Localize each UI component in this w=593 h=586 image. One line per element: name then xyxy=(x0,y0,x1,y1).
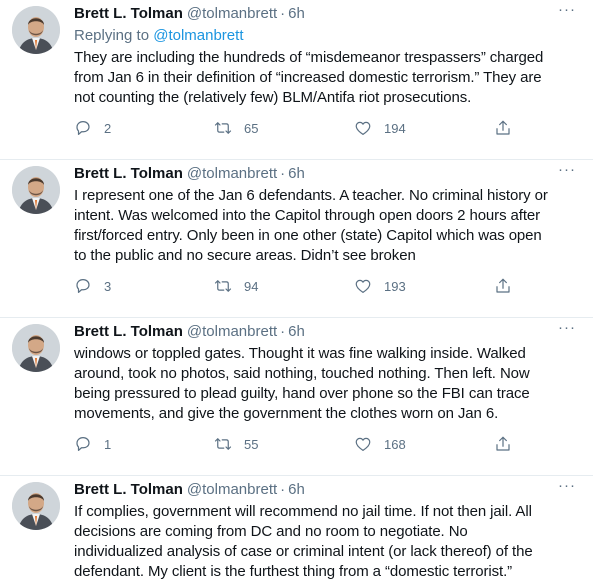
more-icon[interactable]: ··· xyxy=(555,320,579,342)
tweet-text-line: decisions are coming from DC and no room… xyxy=(74,523,468,540)
tweet-actions: 2 65 194 xyxy=(74,118,514,138)
reply-icon xyxy=(76,121,90,135)
more-icon[interactable]: ··· xyxy=(555,478,579,500)
avatar[interactable] xyxy=(12,324,60,372)
tweet-text: If complies, government will recommend n… xyxy=(74,502,579,582)
tweet[interactable]: Brett L. Tolman @tolmanbrett · 6h ··· If… xyxy=(0,476,593,586)
reply-icon xyxy=(76,279,90,293)
like-count: 168 xyxy=(384,436,406,452)
like-button[interactable]: 168 xyxy=(354,435,464,453)
avatar[interactable] xyxy=(12,166,60,214)
replying-to-link[interactable]: @tolmanbrett xyxy=(153,27,243,44)
retweet-button[interactable]: 94 xyxy=(214,277,324,295)
reply-button[interactable]: 2 xyxy=(74,119,184,137)
reply-count: 3 xyxy=(104,278,112,294)
tweet-text-line: If complies, government will recommend n… xyxy=(74,503,532,520)
share-icon xyxy=(496,120,510,135)
tweet-text-line: I represent one of the Jan 6 defendants.… xyxy=(74,187,548,204)
retweet-count: 55 xyxy=(244,436,259,452)
tweet-text-line: defendant. My client is the furthest thi… xyxy=(74,563,513,580)
tweet-text-line: being pressured to plead guilty, hand ov… xyxy=(74,385,530,402)
author-handle[interactable]: @tolmanbrett xyxy=(187,322,277,342)
tweet-text-line: windows or toppled gates. Thought it was… xyxy=(74,345,526,362)
tweet-text-line: from Jan 6 in their definition of “incre… xyxy=(74,69,542,86)
reply-count: 1 xyxy=(104,436,112,452)
tweet-timestamp[interactable]: 6h xyxy=(288,480,305,500)
separator-dot: · xyxy=(280,323,286,340)
tweet-text-line: around, took no photos, said nothing, to… xyxy=(74,365,530,382)
retweet-button[interactable]: 55 xyxy=(214,435,324,453)
avatar[interactable] xyxy=(12,6,60,54)
tweet-feed: Brett L. Tolman @tolmanbrett · 6h ··· Re… xyxy=(0,0,593,586)
reply-button[interactable]: 3 xyxy=(74,277,184,295)
like-button[interactable]: 193 xyxy=(354,277,464,295)
like-count: 194 xyxy=(384,120,406,136)
retweet-icon xyxy=(214,122,232,134)
tweet[interactable]: Brett L. Tolman @tolmanbrett · 6h ··· wi… xyxy=(0,318,593,476)
replying-to: Replying to @tolmanbrett xyxy=(74,26,579,46)
retweet-icon xyxy=(214,438,232,450)
like-icon xyxy=(355,121,371,135)
tweet-timestamp[interactable]: 6h xyxy=(288,4,305,24)
more-icon[interactable]: ··· xyxy=(555,2,579,24)
replying-to-label: Replying to xyxy=(74,27,154,44)
author-name[interactable]: Brett L. Tolman xyxy=(74,480,183,500)
separator-dot: · xyxy=(280,481,286,498)
share-icon xyxy=(496,436,510,451)
retweet-count: 94 xyxy=(244,278,259,294)
separator-dot: · xyxy=(280,165,286,182)
tweet-text-line: They are including the hundreds of “misd… xyxy=(74,49,544,66)
tweet-text: I represent one of the Jan 6 defendants.… xyxy=(74,186,579,266)
like-button[interactable]: 194 xyxy=(354,119,464,137)
tweet-actions: 3 94 193 xyxy=(74,276,514,296)
author-handle[interactable]: @tolmanbrett xyxy=(187,4,277,24)
tweet[interactable]: Brett L. Tolman @tolmanbrett · 6h ··· I … xyxy=(0,160,593,318)
separator-dot: · xyxy=(280,5,286,22)
share-button[interactable] xyxy=(494,277,514,295)
tweet-actions: 1 55 168 xyxy=(74,434,514,454)
tweet-text: windows or toppled gates. Thought it was… xyxy=(74,344,579,424)
like-icon xyxy=(355,279,371,293)
author-name[interactable]: Brett L. Tolman xyxy=(74,322,183,342)
retweet-count: 65 xyxy=(244,120,259,136)
share-icon xyxy=(496,278,510,293)
tweet-text: They are including the hundreds of “misd… xyxy=(74,48,579,108)
reply-count: 2 xyxy=(104,120,112,136)
like-count: 193 xyxy=(384,278,406,294)
share-button[interactable] xyxy=(494,435,514,453)
tweet-timestamp[interactable]: 6h xyxy=(288,322,305,342)
tweet-text-line: movements, and give the government the c… xyxy=(74,405,499,422)
author-name[interactable]: Brett L. Tolman xyxy=(74,164,183,184)
tweet-timestamp[interactable]: 6h xyxy=(288,164,305,184)
author-name[interactable]: Brett L. Tolman xyxy=(74,4,183,24)
retweet-button[interactable]: 65 xyxy=(214,119,324,137)
tweet-text-line: not counting the (relatively few) BLM/An… xyxy=(74,89,472,106)
reply-icon xyxy=(76,437,90,451)
share-button[interactable] xyxy=(494,119,514,137)
tweet-header: Brett L. Tolman @tolmanbrett · 6h xyxy=(74,480,579,500)
retweet-icon xyxy=(214,280,232,292)
tweet-text-line: first/forced entry. Only been in one oth… xyxy=(74,227,542,244)
tweet-header: Brett L. Tolman @tolmanbrett · 6h xyxy=(74,322,579,342)
tweet-text-line: intent. Was welcomed into the Capitol th… xyxy=(74,207,541,224)
tweet[interactable]: Brett L. Tolman @tolmanbrett · 6h ··· Re… xyxy=(0,0,593,160)
tweet-header: Brett L. Tolman @tolmanbrett · 6h xyxy=(74,4,579,24)
tweet-text-line: individualized analysis of case or crimi… xyxy=(74,543,533,560)
tweet-header: Brett L. Tolman @tolmanbrett · 6h xyxy=(74,164,579,184)
author-handle[interactable]: @tolmanbrett xyxy=(187,480,277,500)
like-icon xyxy=(355,437,371,451)
tweet-text-line: to the public and no secure areas. Didn’… xyxy=(74,247,416,264)
reply-button[interactable]: 1 xyxy=(74,435,184,453)
author-handle[interactable]: @tolmanbrett xyxy=(187,164,277,184)
avatar[interactable] xyxy=(12,482,60,530)
more-icon[interactable]: ··· xyxy=(555,162,579,184)
